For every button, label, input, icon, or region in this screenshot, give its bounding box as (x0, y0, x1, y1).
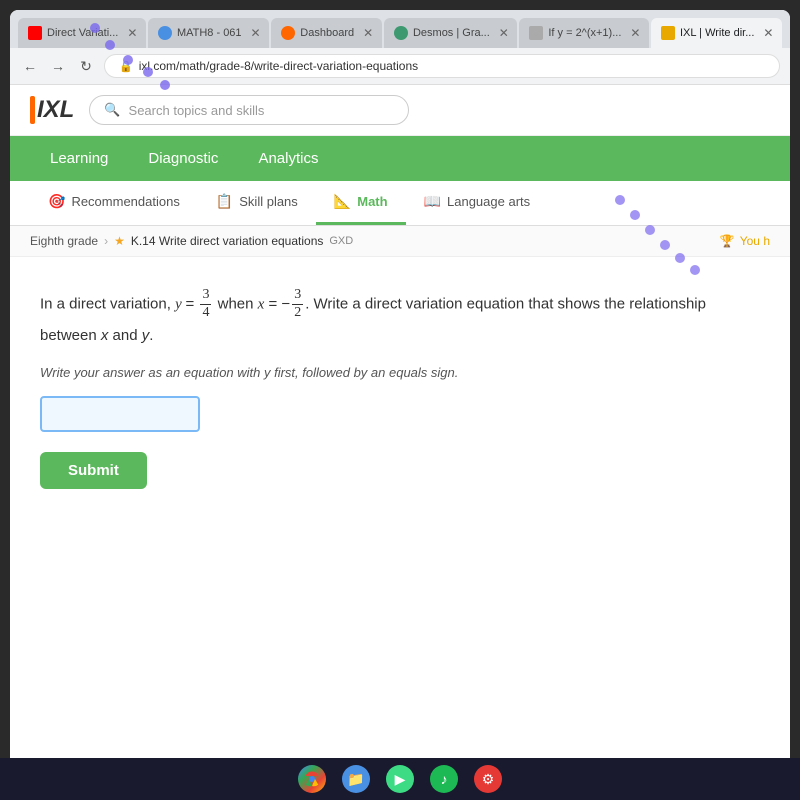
language-arts-icon: 📖 (424, 193, 441, 210)
taskbar-spotify-icon[interactable]: ♪ (430, 765, 458, 793)
logo-bar (30, 96, 35, 124)
you-label: You h (740, 234, 770, 248)
tab-bar: Direct Variati... ✕ MATH8 - 061 ✕ Dashbo… (10, 10, 790, 48)
forward-button[interactable]: → (48, 56, 68, 76)
tab-ixl[interactable]: IXL | Write dir... ✕ (651, 18, 782, 48)
math-tab-icon (158, 26, 172, 40)
taskbar: 📁 ▶ ♪ ⚙ (0, 758, 800, 800)
refresh-button[interactable]: ↻ (76, 56, 96, 76)
answer-input[interactable] (40, 396, 200, 432)
ify-tab-icon (529, 26, 543, 40)
tab-direct-variation[interactable]: Direct Variati... ✕ (18, 18, 146, 48)
search-icon: 🔍 (104, 102, 120, 118)
tab-math8[interactable]: MATH8 - 061 ✕ (148, 18, 269, 48)
recommendations-icon: 🎯 (48, 193, 65, 210)
tab-label: If y = 2^(x+1)... (548, 27, 621, 39)
tab-desmos[interactable]: Desmos | Gra... ✕ (384, 18, 517, 48)
math-icon: 📐 (334, 193, 351, 210)
dashboard-tab-icon (281, 26, 295, 40)
subnav-skill-plans[interactable]: 📋 Skill plans (198, 181, 316, 225)
q-fraction2: 3 2 (292, 287, 303, 322)
trophy-area: 🏆 You h (720, 234, 770, 248)
ixl-logo: IXL (30, 96, 74, 124)
taskbar-files-icon[interactable]: 📁 (342, 765, 370, 793)
back-button[interactable]: ← (20, 56, 40, 76)
ixl-tab-icon (661, 26, 675, 40)
q-equals2: = (268, 295, 281, 312)
tab-label: Desmos | Gra... (413, 27, 490, 39)
taskbar-app-icon[interactable]: ⚙ (474, 765, 502, 793)
tab-dashboard[interactable]: Dashboard ✕ (271, 18, 382, 48)
search-placeholder: Search topics and skills (129, 103, 265, 118)
skill-plans-icon: 📋 (216, 193, 233, 210)
subnav-recommendations[interactable]: 🎯 Recommendations (30, 181, 198, 225)
frac2-num: 3 (292, 287, 303, 305)
nav-learning[interactable]: Learning (30, 136, 128, 181)
tab-close-btn[interactable]: ✕ (251, 26, 261, 40)
frac1-num: 3 (200, 287, 211, 305)
address-bar-row: ← → ↻ 🔒 ixl.com/math/grade-8/write-direc… (10, 48, 790, 85)
q-neg-sign: − (281, 295, 290, 312)
q-var-y: y (175, 296, 185, 312)
tab-close-btn[interactable]: ✕ (763, 26, 773, 40)
tab-close-btn[interactable]: ✕ (363, 26, 373, 40)
q-text-part1: In a direct variation, (40, 295, 171, 312)
nav-diagnostic[interactable]: Diagnostic (128, 136, 238, 181)
browser-window: Direct Variati... ✕ MATH8 - 061 ✕ Dashbo… (10, 10, 790, 790)
subnav-language-arts[interactable]: 📖 Language arts (406, 181, 549, 225)
instruction-text: Write your answer as an equation with y … (40, 365, 760, 380)
breadcrumb-star-icon: ★ (114, 234, 125, 248)
tab-label: Direct Variati... (47, 27, 118, 39)
tab-close-btn[interactable]: ✕ (127, 26, 137, 40)
lock-icon: 🔒 (119, 60, 133, 73)
question-text: In a direct variation, y = 3 4 when x = … (40, 287, 760, 349)
tab-label: Dashboard (300, 27, 354, 39)
breadcrumb-skill[interactable]: K.14 Write direct variation equations (131, 234, 324, 248)
taskbar-chrome-icon[interactable] (298, 765, 326, 793)
green-nav: Learning Diagnostic Analytics (10, 136, 790, 181)
desmos-tab-icon (394, 26, 408, 40)
frac2-den: 2 (292, 305, 303, 322)
url-text: ixl.com/math/grade-8/write-direct-variat… (139, 59, 418, 73)
trophy-icon: 🏆 (720, 234, 735, 248)
tab-close-btn[interactable]: ✕ (499, 26, 509, 40)
subnav-math[interactable]: 📐 Math (316, 181, 406, 225)
tab-label: IXL | Write dir... (680, 27, 754, 39)
breadcrumb-separator: › (104, 234, 108, 248)
q-fraction1: 3 4 (200, 287, 211, 322)
page-content: IXL 🔍 Search topics and skills Learning … (10, 85, 790, 790)
taskbar-play-icon[interactable]: ▶ (386, 765, 414, 793)
tab-ify[interactable]: If y = 2^(x+1)... ✕ (519, 18, 649, 48)
breadcrumb-grade[interactable]: Eighth grade (30, 234, 98, 248)
submit-button[interactable]: Submit (40, 452, 147, 489)
ixl-header: IXL 🔍 Search topics and skills (10, 85, 790, 136)
breadcrumb-code: GXD (329, 235, 353, 247)
sub-nav: 🎯 Recommendations 📋 Skill plans 📐 Math 📖… (10, 181, 790, 226)
tab-close-btn[interactable]: ✕ (630, 26, 640, 40)
address-input[interactable]: 🔒 ixl.com/math/grade-8/write-direct-vari… (104, 54, 780, 78)
youtube-tab-icon (28, 26, 42, 40)
nav-analytics[interactable]: Analytics (238, 136, 338, 181)
breadcrumb: Eighth grade › ★ K.14 Write direct varia… (10, 226, 790, 257)
logo-text: IXL (37, 96, 74, 124)
q-var-x: x (258, 296, 265, 312)
q-when: when (218, 295, 258, 312)
search-box[interactable]: 🔍 Search topics and skills (89, 95, 409, 125)
tab-label: MATH8 - 061 (177, 27, 242, 39)
question-area: In a direct variation, y = 3 4 when x = … (10, 257, 790, 790)
frac1-den: 4 (200, 305, 211, 322)
